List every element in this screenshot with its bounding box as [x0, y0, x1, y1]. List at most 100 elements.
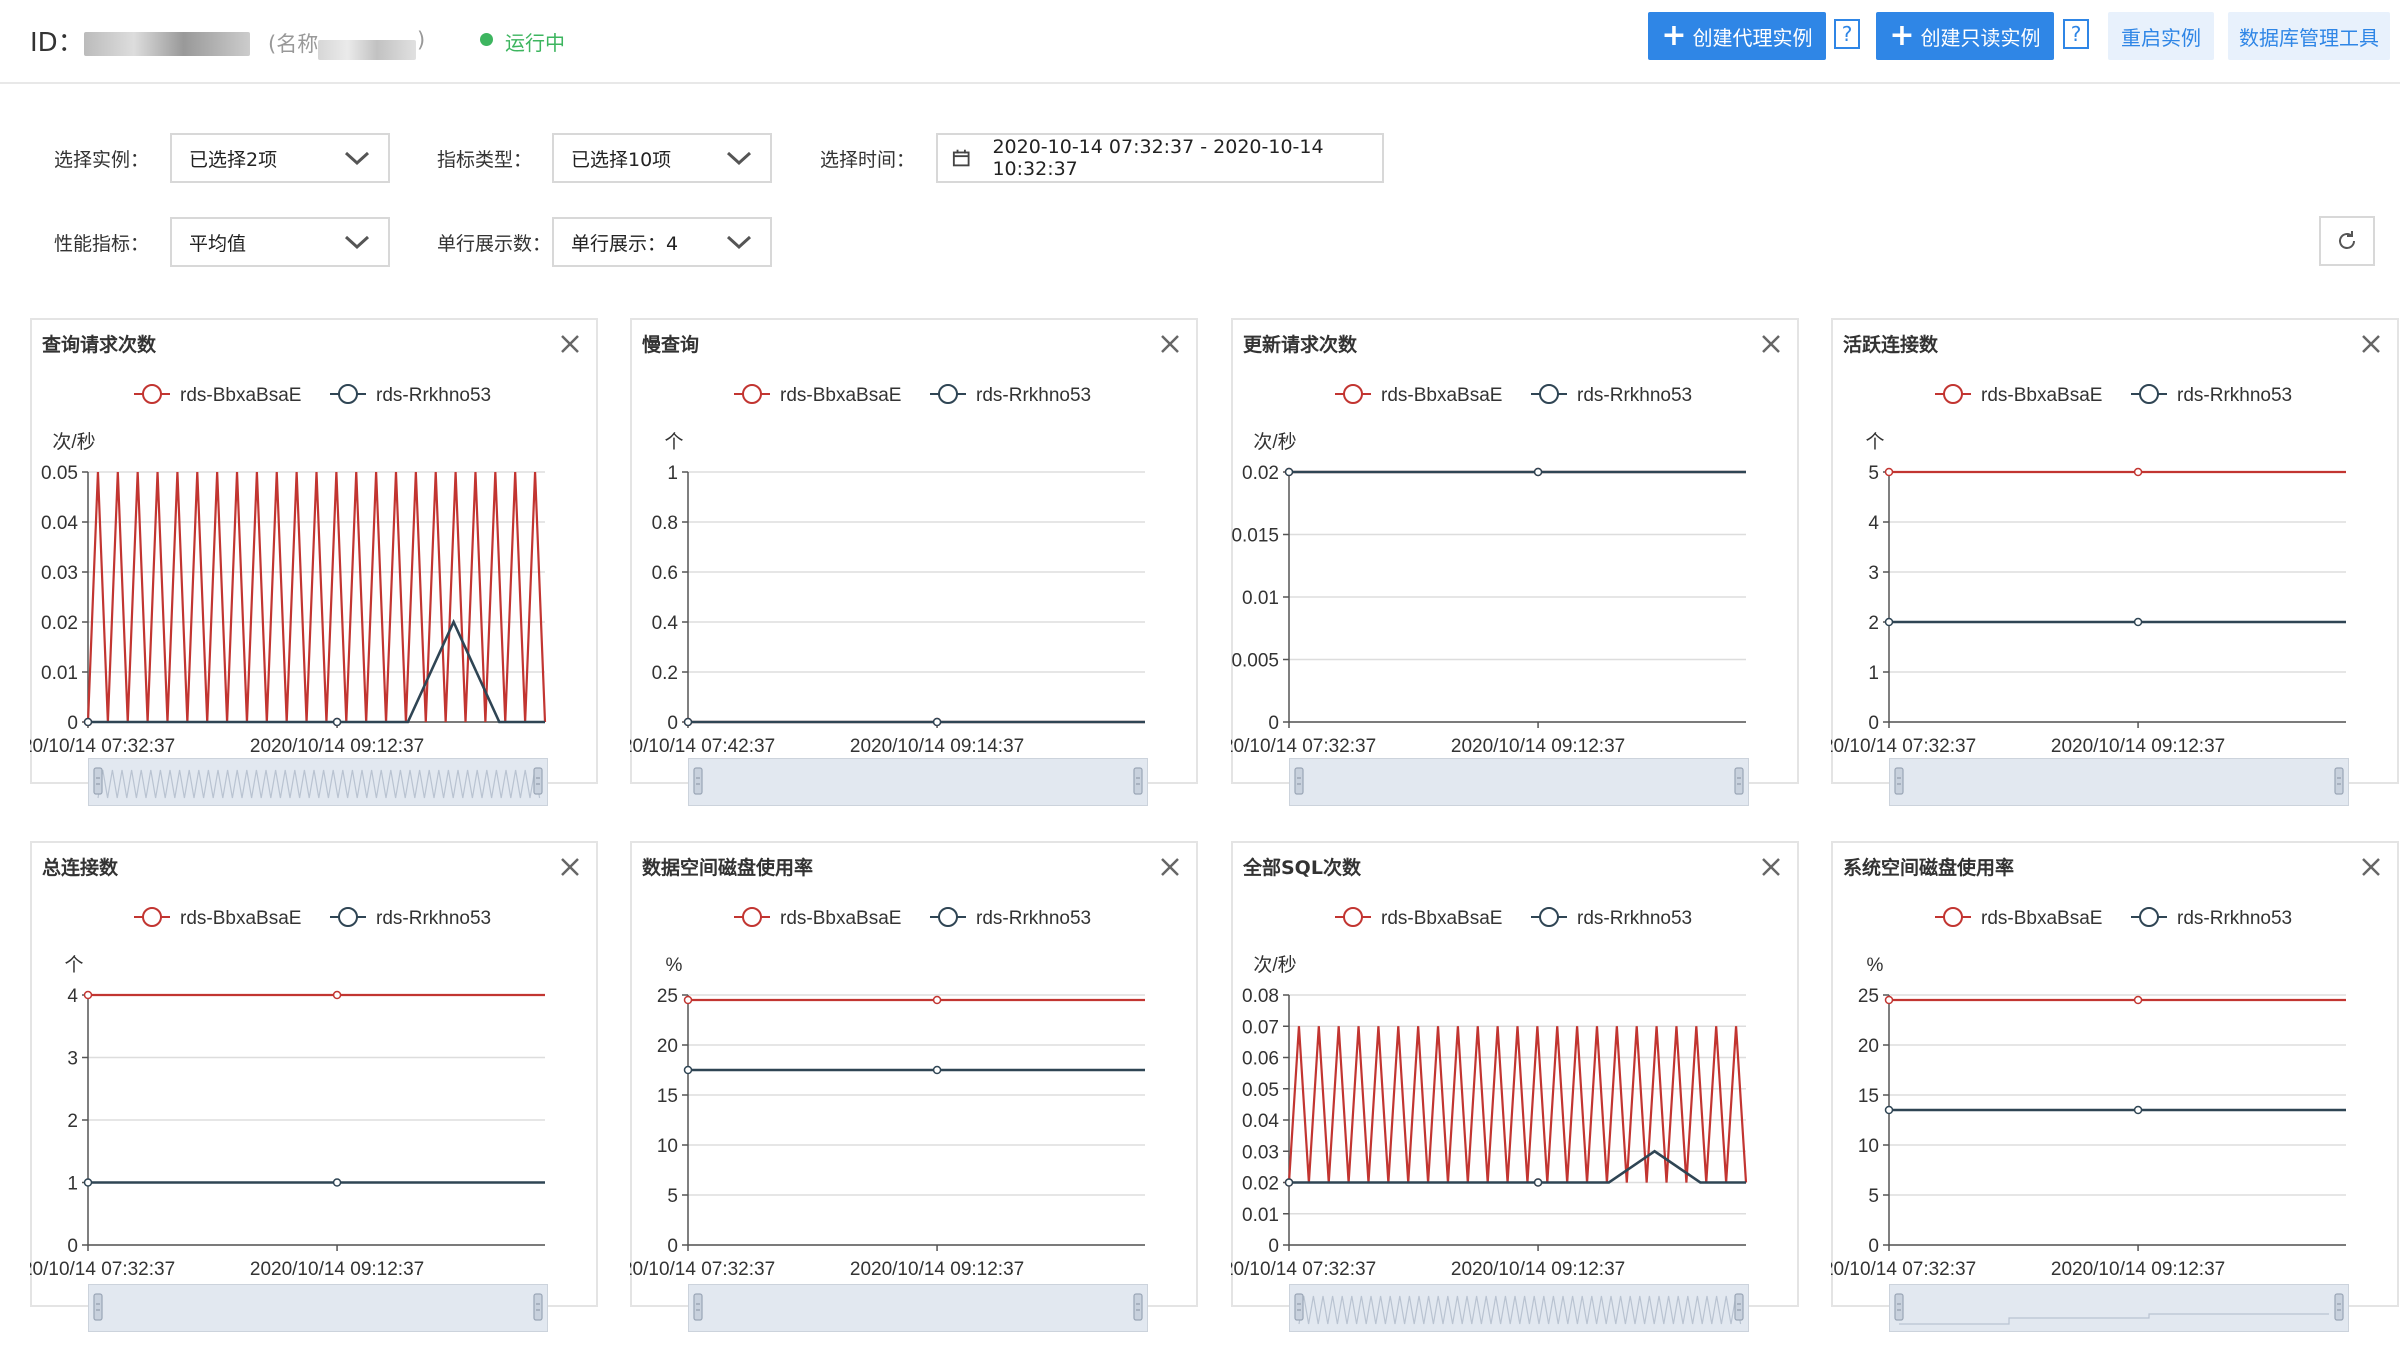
chevron-down-icon [726, 235, 752, 250]
data-point [1884, 617, 1894, 627]
data-zoom-slider[interactable] [688, 758, 1148, 806]
legend-item[interactable]: rds-Rrkhno53 [930, 907, 1091, 929]
legend-item[interactable]: rds-Rrkhno53 [930, 384, 1091, 406]
close-icon[interactable] [556, 853, 584, 881]
legend-item[interactable]: rds-Rrkhno53 [330, 384, 491, 406]
refresh-button[interactable] [2319, 216, 2375, 266]
data-point [332, 1178, 342, 1187]
slider-handle[interactable] [1894, 1293, 1904, 1321]
create-readonly-label: 创建只读实例 [1920, 25, 2041, 50]
data-zoom-slider[interactable] [1289, 758, 1749, 806]
legend-item[interactable]: rds-BbxaBsaE [734, 907, 901, 929]
data-zoom-slider[interactable] [1889, 758, 2349, 806]
slider-handle[interactable] [1294, 767, 1304, 795]
chart-title: 查询请求次数 [42, 334, 157, 356]
data-point [1284, 1178, 1294, 1187]
legend-marker [742, 384, 762, 404]
plus-icon: + [1889, 18, 1915, 53]
legend-marker [938, 907, 958, 927]
close-icon[interactable] [1757, 330, 1785, 358]
slider-handle[interactable] [1294, 1293, 1304, 1321]
data-point [332, 717, 342, 727]
y-tick-label: 0 [1868, 713, 1879, 734]
legend-item[interactable]: rds-Rrkhno53 [330, 907, 491, 929]
slider-handle[interactable] [1894, 767, 1904, 795]
chart-svg[interactable]: 0 0.005 0.01 0.015 0.02 2020/10/14 07:32:37 20… [1231, 318, 1799, 784]
redacted-instance-id [84, 32, 250, 56]
y-tick-label: 5 [1868, 463, 1879, 484]
legend-label: rds-BbxaBsaE [1981, 908, 2102, 929]
close-icon[interactable] [2357, 330, 2385, 358]
time-range-picker[interactable]: 2020-10-14 07:32:37 - 2020-10-14 10:32:3… [936, 133, 1384, 183]
close-icon[interactable] [2357, 853, 2385, 881]
data-point [932, 1065, 942, 1075]
slider-handle[interactable] [533, 1293, 543, 1321]
slider-handle[interactable] [533, 767, 543, 795]
close-icon[interactable] [556, 330, 584, 358]
chart-title: 系统空间磁盘使用率 [1843, 857, 2015, 879]
chart-svg[interactable]: 0 5 10 15 20 25 2020/10/14 07:32:37 2020/10/14 … [630, 841, 1198, 1307]
y-tick-label: 5 [667, 1186, 678, 1207]
help-icon[interactable]: ? [1834, 19, 1860, 49]
legend-item[interactable]: rds-BbxaBsaE [134, 384, 301, 406]
slider-handle[interactable] [2334, 1293, 2344, 1321]
legend-item[interactable]: rds-Rrkhno53 [1531, 907, 1692, 929]
y-tick-label: 15 [1858, 1086, 1879, 1107]
restart-instance-button[interactable]: 重启实例 [2108, 12, 2214, 60]
legend-item[interactable]: rds-Rrkhno53 [2131, 384, 2292, 406]
legend-item[interactable]: rds-BbxaBsaE [134, 907, 301, 929]
close-icon[interactable] [1156, 330, 1184, 358]
legend-marker [1943, 384, 1963, 404]
slider-handle[interactable] [693, 1293, 703, 1321]
create-proxy-button[interactable]: + 创建代理实例 [1648, 12, 1826, 60]
y-tick-label: 0.04 [1242, 1111, 1279, 1132]
slider-handle[interactable] [93, 1293, 103, 1321]
slider-handle[interactable] [2334, 767, 2344, 795]
slider-handle[interactable] [1133, 767, 1143, 795]
slider-handle[interactable] [1133, 1293, 1143, 1321]
slider-handle[interactable] [693, 767, 703, 795]
legend-item[interactable]: rds-Rrkhno53 [2131, 907, 2292, 929]
y-tick-label: 0.02 [1242, 1174, 1279, 1195]
data-zoom-slider[interactable] [88, 1284, 548, 1332]
x-tick-label: 2020/10/14 09:12:37 [2051, 736, 2225, 757]
legend-item[interactable]: rds-BbxaBsaE [734, 384, 901, 406]
chart-svg[interactable]: 0 0.2 0.4 0.6 0.8 1 2020/10/14 07:42:37 2020/10… [630, 318, 1198, 784]
slider-handle[interactable] [93, 767, 103, 795]
y-axis-unit: 个 [64, 954, 83, 976]
close-icon[interactable] [1757, 853, 1785, 881]
data-zoom-slider[interactable] [1289, 1284, 1749, 1332]
legend-label: rds-Rrkhno53 [976, 385, 1091, 406]
data-point [83, 990, 93, 1000]
chart-svg[interactable]: 0 0.01 0.02 0.03 0.04 0.05 0.06 0.07 0.08 2020/10… [1231, 841, 1799, 1307]
y-tick-label: 0.06 [1242, 1049, 1279, 1070]
y-tick-label: 0.07 [1242, 1017, 1279, 1038]
data-point [332, 990, 342, 1000]
legend-label: rds-Rrkhno53 [1577, 908, 1692, 929]
legend-item[interactable]: rds-BbxaBsaE [1335, 384, 1502, 406]
y-tick-label: 0 [667, 1236, 678, 1257]
legend-item[interactable]: rds-BbxaBsaE [1935, 384, 2102, 406]
row-count-select[interactable]: 单行展示：4 [552, 217, 772, 267]
legend-item[interactable]: rds-Rrkhno53 [1531, 384, 1692, 406]
series-line [1289, 1149, 1746, 1184]
x-tick-label: 2020/10/14 09:12:37 [1451, 736, 1625, 757]
legend-item[interactable]: rds-BbxaBsaE [1935, 907, 2102, 929]
create-readonly-button[interactable]: + 创建只读实例 [1876, 12, 2054, 60]
db-tools-button[interactable]: 数据库管理工具 [2228, 12, 2390, 60]
chart-svg[interactable]: 0 0.01 0.02 0.03 0.04 0.05 2020/10/14 07:32:37… [30, 318, 598, 784]
chart-svg[interactable]: 0 1 2 3 4 5 2020/10/14 07:32:37 2020/10/14 09:1… [1831, 318, 2399, 784]
perf-metric-select[interactable]: 平均值 [170, 217, 390, 267]
slider-handle[interactable] [1734, 767, 1744, 795]
chart-svg[interactable]: 0 1 2 3 4 2020/10/14 07:32:37 2020/10/14 09:12… [30, 841, 598, 1307]
data-zoom-slider[interactable] [1889, 1284, 2349, 1332]
data-zoom-slider[interactable] [688, 1284, 1148, 1332]
instance-select[interactable]: 已选择2项 [170, 133, 390, 183]
slider-handle[interactable] [1734, 1293, 1744, 1321]
data-zoom-slider[interactable] [88, 758, 548, 806]
chart-svg[interactable]: 0 5 10 15 20 25 2020/10/14 07:32:37 2020/10/14 … [1831, 841, 2399, 1307]
metric-type-select[interactable]: 已选择10项 [552, 133, 772, 183]
help-icon[interactable]: ? [2063, 19, 2089, 49]
close-icon[interactable] [1156, 853, 1184, 881]
legend-item[interactable]: rds-BbxaBsaE [1335, 907, 1502, 929]
